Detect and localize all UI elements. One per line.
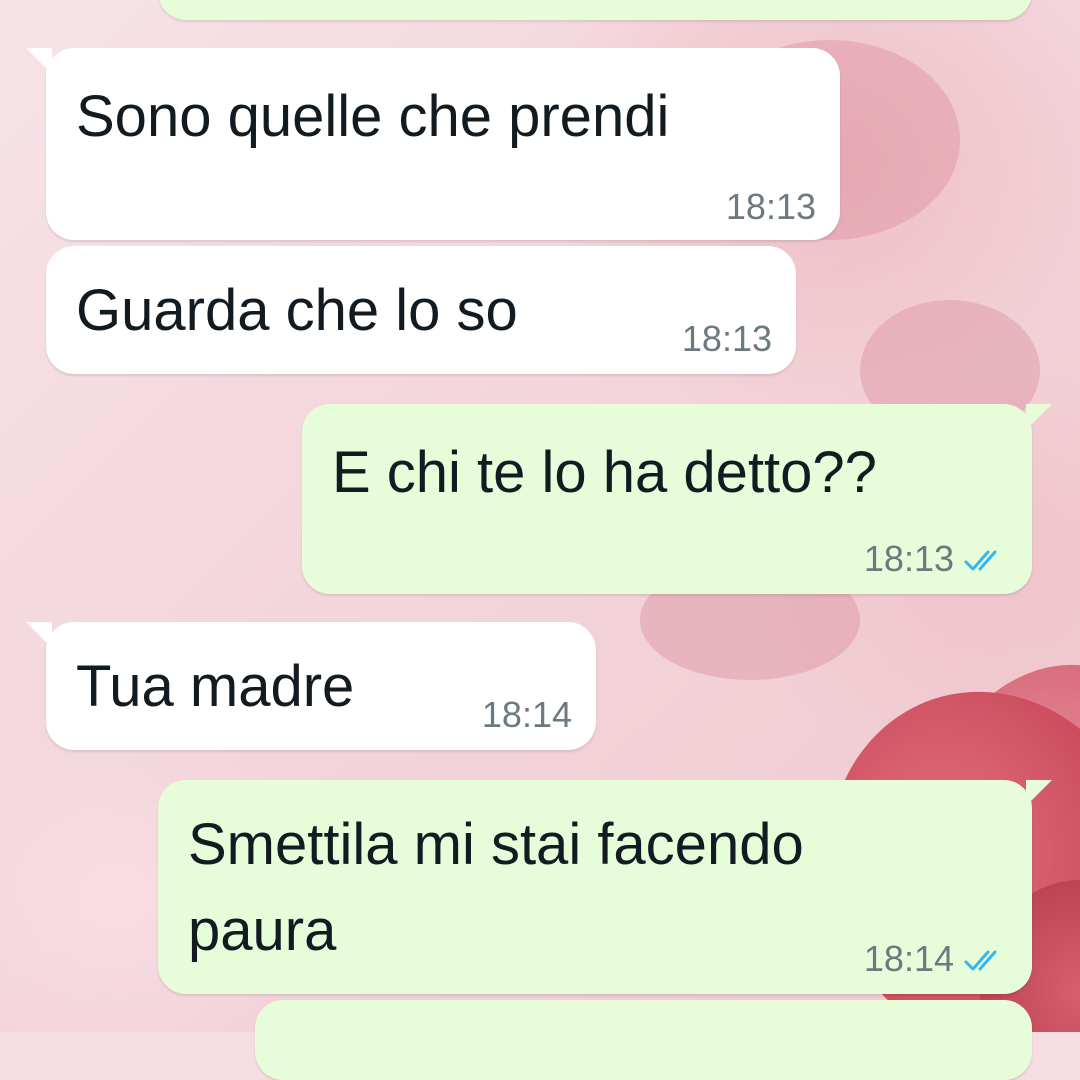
message-bubble-outgoing[interactable]: Smettila mi stai facendo paura 18:14 (158, 780, 1052, 994)
message-bubble-incoming[interactable]: Sono quelle che prendi 18:13 (26, 48, 840, 240)
message-bubble-incoming[interactable]: Tua madre 18:14 (26, 622, 596, 750)
message-text: E chi te lo ha detto?? (332, 440, 877, 505)
message-timestamp: 18:13 (725, 186, 816, 227)
message-bubble-outgoing[interactable] (158, 0, 1032, 20)
message-timestamp: 18:14 (481, 694, 572, 735)
message-text: Sono quelle che prendi (76, 84, 670, 149)
message-bubble-incoming[interactable]: Guarda che lo so 18:13 (46, 246, 796, 374)
message-timestamp: 18:14 (863, 938, 954, 979)
message-text-line: Smettila mi stai facendo (188, 812, 804, 877)
message-text: Tua madre (76, 654, 355, 719)
message-timestamp: 18:13 (863, 538, 954, 579)
message-bubble-outgoing[interactable]: E chi te lo ha detto?? 18:13 (302, 404, 1052, 594)
message-timestamp: 18:13 (681, 318, 772, 359)
message-text-line: paura (188, 898, 337, 963)
double-check-read-icon (964, 950, 997, 971)
double-check-read-icon (964, 550, 997, 571)
message-text: Guarda che lo so (76, 278, 518, 343)
message-bubble-outgoing[interactable] (255, 1000, 1032, 1080)
